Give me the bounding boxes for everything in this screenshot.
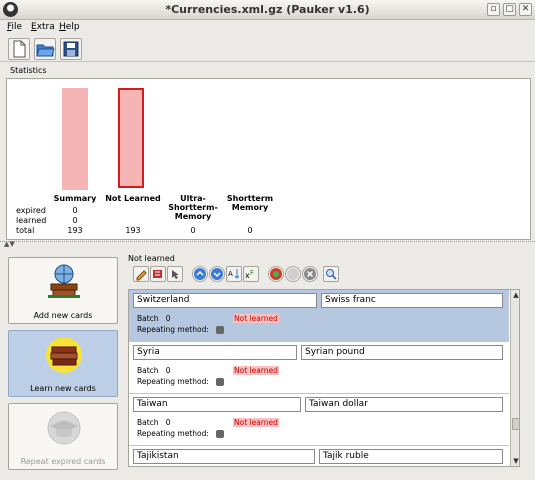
menu-bar: File Extra Help — [0, 20, 535, 36]
batch-info: Batch 0 — [137, 366, 171, 375]
toolbar — [0, 36, 535, 62]
repeat-expired-cards-label: Repeat expired cards — [20, 457, 106, 466]
card-back-field[interactable]: Tajik ruble — [319, 449, 503, 464]
card-row[interactable]: Syria Syrian pound Batch 0 Not learned R… — [129, 342, 509, 394]
status-badge: Not learned — [233, 418, 279, 427]
status-badge: Not learned — [233, 314, 279, 323]
shortterm-column-label: Shortterm Memory — [226, 194, 274, 212]
total-row-label: total — [16, 226, 35, 235]
card-front-field[interactable]: Switzerland — [133, 293, 317, 308]
hand-icon[interactable] — [216, 430, 224, 438]
card-row[interactable]: Tajikistan Tajik ruble — [129, 446, 509, 466]
statistics-label: Statistics — [10, 66, 47, 75]
card-front-field[interactable]: Taiwan — [133, 397, 301, 412]
statistics-box: Summary Not Learned Ultra- Shortterm- Me… — [6, 78, 531, 240]
scroll-down-icon[interactable]: ▼ — [511, 456, 519, 466]
cards-panel: Not learned A xF Switzerland Swiss franc… — [125, 252, 530, 474]
maximize-button[interactable]: ▢ — [503, 3, 516, 16]
menu-help[interactable]: Help — [59, 22, 80, 32]
summary-learned-value: 0 — [72, 216, 78, 225]
edit-icon[interactable] — [133, 266, 149, 282]
cards-list[interactable]: Switzerland Swiss franc Batch 0 Not lear… — [128, 289, 520, 467]
card-front-field[interactable]: Tajikistan — [133, 449, 315, 464]
expired-row-label: expired — [16, 206, 46, 215]
scrollbar-thumb[interactable] — [512, 418, 519, 430]
menu-file[interactable]: File — [7, 22, 22, 32]
move-back-icon[interactable] — [167, 266, 183, 282]
graduation-cap-icon — [47, 411, 81, 445]
card-back-field[interactable]: Syrian pound — [301, 345, 503, 360]
repeating-method-label: Repeating method: — [137, 377, 209, 386]
svg-text:F: F — [250, 269, 254, 277]
learned-row-label: learned — [16, 216, 47, 225]
up-arrow-icon[interactable] — [192, 266, 208, 282]
new-document-icon[interactable] — [8, 38, 30, 60]
title-bar: *Currencies.xml.gz (Pauker v1.6) ▫ ▢ ✕ — [0, 0, 535, 20]
summary-bar[interactable] — [62, 88, 88, 190]
menu-extra[interactable]: Extra — [31, 22, 55, 32]
close-button[interactable]: ✕ — [519, 3, 532, 16]
add-new-cards-label: Add new cards — [33, 311, 93, 320]
not-learned-bar[interactable] — [118, 88, 144, 188]
card-row[interactable]: Taiwan Taiwan dollar Batch 0 Not learned… — [129, 394, 509, 446]
status-badge: Not learned — [233, 366, 279, 375]
save-disk-icon[interactable] — [60, 38, 82, 60]
learn-new-cards-label: Learn new cards — [30, 384, 96, 393]
font-icon[interactable]: xF — [243, 266, 259, 282]
not-learned-label: Not learned — [128, 254, 175, 263]
shortterm-total-value: 0 — [247, 226, 253, 235]
vertical-scrollbar[interactable]: ▲ ▼ — [510, 290, 519, 466]
add-new-cards-button[interactable]: Add new cards — [8, 257, 118, 324]
learn-new-cards-button[interactable]: Learn new cards — [8, 330, 118, 397]
book-stack-icon — [46, 337, 82, 373]
repeat-expired-cards-button[interactable]: Repeat expired cards — [8, 403, 118, 470]
open-folder-icon[interactable] — [34, 38, 56, 60]
svg-text:A: A — [228, 270, 233, 278]
batch-info: Batch 0 — [137, 314, 171, 323]
card-back-field[interactable]: Taiwan dollar — [305, 397, 503, 412]
empty-icon[interactable] — [285, 266, 301, 282]
split-pane-divider[interactable]: ▲▼ — [0, 240, 535, 249]
summary-total-value: 193 — [67, 226, 83, 235]
statistics-panel: Statistics Summary Not Learned Ultra- Sh… — [4, 66, 531, 240]
summary-expired-value: 0 — [72, 206, 78, 215]
scroll-up-icon[interactable]: ▲ — [511, 290, 519, 300]
card-back-field[interactable]: Swiss franc — [321, 293, 503, 308]
hand-icon[interactable] — [216, 326, 224, 334]
help-icon[interactable] — [268, 266, 284, 282]
repeating-method-label: Repeating method: — [137, 429, 209, 438]
learning-sidebar: Add new cards Learn new cards Repeat exp… — [8, 257, 118, 471]
sort-icon[interactable]: A — [226, 266, 242, 282]
card-row[interactable]: Switzerland Swiss franc Batch 0 Not lear… — [129, 290, 509, 342]
window-title: *Currencies.xml.gz (Pauker v1.6) — [165, 3, 370, 16]
batch-info: Batch 0 — [137, 418, 171, 427]
ultra-shortterm-total-value: 0 — [190, 226, 196, 235]
not-learned-total-value: 193 — [125, 226, 141, 235]
minimize-button[interactable]: ▫ — [487, 3, 500, 16]
globe-books-icon — [48, 264, 80, 298]
search-icon[interactable] — [323, 266, 339, 282]
repeating-method-label: Repeating method: — [137, 325, 209, 334]
hand-icon[interactable] — [216, 378, 224, 386]
down-arrow-icon[interactable] — [209, 266, 225, 282]
instant-repeat-icon[interactable] — [150, 266, 166, 282]
delete-icon[interactable] — [302, 266, 318, 282]
divider-arrows-icon[interactable]: ▲▼ — [4, 240, 15, 248]
card-front-field[interactable]: Syria — [133, 345, 297, 360]
